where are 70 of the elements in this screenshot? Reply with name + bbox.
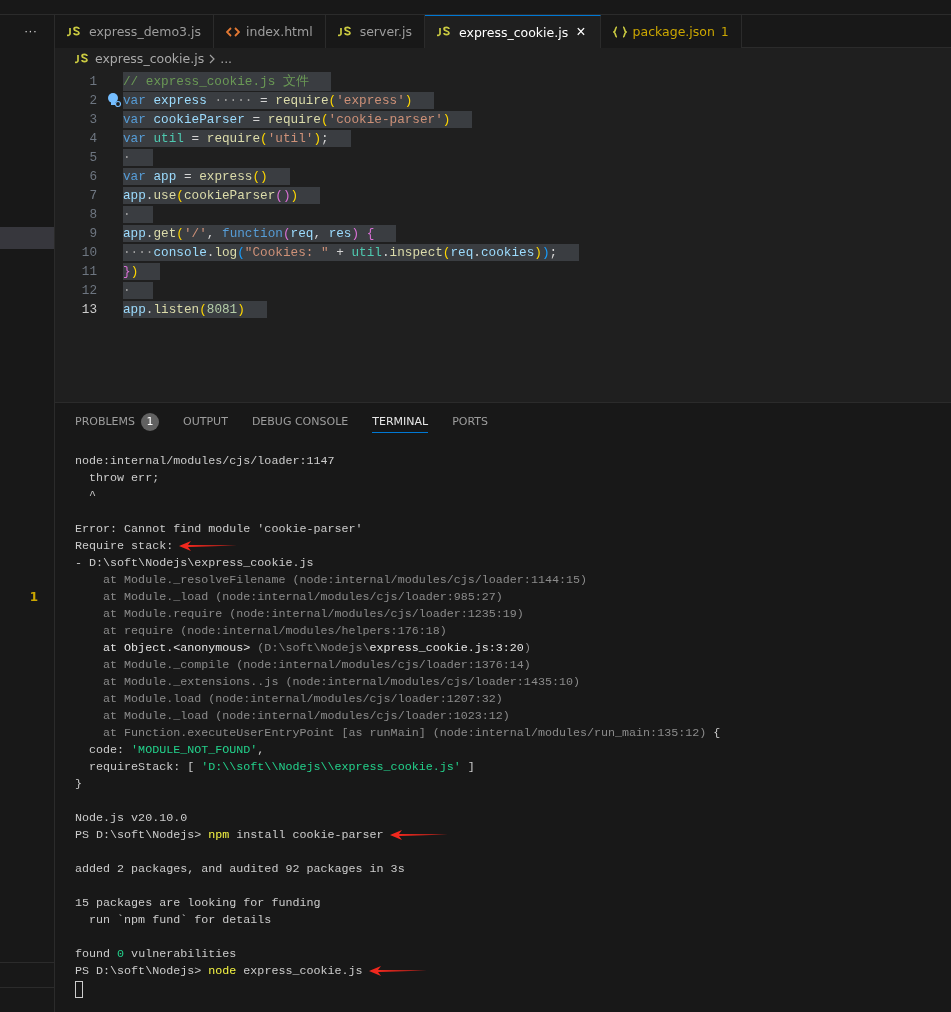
terminal-line: node:internal/modules/cjs/loader:1147 <box>75 453 335 470</box>
problem-count: 1 <box>29 590 38 604</box>
lightbulb-icon[interactable] <box>107 91 121 108</box>
terminal-line: run `npm fund` for details <box>88 912 272 929</box>
line-number: 13 <box>80 301 97 317</box>
js-file-icon <box>337 25 354 38</box>
line-number: 8 <box>88 206 97 222</box>
terminal-line: at Object.<anonymous> (D:\soft\Nodejs\express_cookie.js:3:20) <box>102 640 531 657</box>
line-number: 3 <box>88 111 97 127</box>
terminal-line: at Module.require (node:internal/modules/cjs/loader:1235:19) <box>102 606 524 623</box>
tab-label: express_cookie.js <box>459 24 569 40</box>
terminal-line: Error: Cannot find module 'cookie-parser' <box>75 521 363 538</box>
chevron-right-icon <box>208 53 217 64</box>
terminal-line: at Module._resolveFilename (node:internal/modules/cjs/loader:1144:15) <box>102 572 587 589</box>
terminal-line: at Module.load (node:internal/modules/cjs/loader:1207:32) <box>102 691 503 708</box>
line-number: 4 <box>88 130 97 146</box>
line-number: 7 <box>88 187 97 203</box>
panel-tab-label: DEBUG CONSOLE <box>251 415 349 428</box>
tab-label: express_demo3.js <box>89 24 201 39</box>
terminal-line: at require (node:internal/modules/helpers:176:18) <box>102 623 447 640</box>
panel-tab[interactable]: DEBUG CONSOLE <box>251 409 349 433</box>
close-tab-button[interactable]: × <box>574 24 588 40</box>
more-actions-button[interactable]: ··· <box>20 23 41 38</box>
terminal-line: Require stack: <box>75 538 174 555</box>
panel-tab[interactable]: PORTS <box>452 409 488 433</box>
terminal-line: at Module._load (node:internal/modules/cjs/loader:985:27) <box>102 589 503 606</box>
panel-tab-label: PROBLEMS <box>75 415 136 428</box>
terminal-line: at Module._extensions..js (node:internal/modules/cjs/loader:1435:10) <box>102 674 580 691</box>
tab-label: package.json <box>632 24 715 39</box>
terminal-line: code: 'MODULE_NOT_FOUND', <box>88 742 265 759</box>
problem-count-badge: 1 <box>141 412 160 431</box>
terminal-line: 15 packages are looking for funding <box>75 895 321 912</box>
js-file-icon <box>75 52 91 65</box>
terminal-line: } <box>75 776 82 793</box>
line-number: 9 <box>88 225 97 241</box>
editor-tab[interactable]: express_cookie.js × <box>425 15 601 48</box>
terminal-line: at Module._load (node:internal/modules/cjs/loader:1023:12) <box>102 708 510 725</box>
panel-tab-label: PORTS <box>452 415 488 428</box>
line-number: 5 <box>88 149 97 165</box>
line-number: 1 <box>88 73 97 89</box>
panel-tab[interactable]: OUTPUT <box>183 409 228 433</box>
terminal-line: throw err; <box>88 470 160 487</box>
panel-tab-label: TERMINAL <box>372 415 429 428</box>
breadcrumb-symbol[interactable]: ... <box>220 51 233 67</box>
terminal-line: ^ <box>88 487 97 504</box>
explorer-row-highlight <box>0 227 54 249</box>
js-file-icon <box>67 25 83 38</box>
line-number: 11 <box>80 263 97 279</box>
terminal-line: PS D:\soft\Nodejs> npm install cookie-parser <box>75 827 384 844</box>
terminal-line: at Module._compile (node:internal/modules/cjs/loader:1376:14) <box>102 657 531 674</box>
panel-tab[interactable]: PROBLEMS 1 <box>75 409 160 433</box>
terminal-line: at Function.executeUserEntryPoint [as runMain] (node:internal/modules/run_main:135:12) { <box>102 725 721 742</box>
line-number: 6 <box>88 168 97 184</box>
line-number: 2 <box>88 92 97 108</box>
breadcrumb-file[interactable]: express_cookie.js <box>95 51 205 67</box>
terminal-line: requireStack: [ 'D:\\soft\\Nodejs\\express_cookie.js' ] <box>88 759 475 776</box>
terminal-line: PS D:\soft\Nodejs> node express_cookie.js <box>75 963 363 980</box>
panel-tab-label: OUTPUT <box>183 415 228 428</box>
tab-label: server.js <box>359 24 413 39</box>
warning-count: 1 <box>720 24 729 39</box>
panel-tab[interactable]: TERMINAL <box>372 409 429 433</box>
terminal-line: found 0 vulnerabilities <box>75 946 237 963</box>
terminal-line: Node.js v20.10.0 <box>75 810 188 827</box>
curly-braces-icon <box>612 25 627 38</box>
terminal-line: added 2 packages, and audited 92 packages in 3s <box>75 861 405 878</box>
terminal-line: - D:\soft\Nodejs\express_cookie.js <box>75 555 314 572</box>
code-brackets-icon <box>226 25 240 38</box>
tab-label: index.html <box>246 24 313 39</box>
line-number: 12 <box>80 282 97 298</box>
line-number: 10 <box>80 244 97 260</box>
